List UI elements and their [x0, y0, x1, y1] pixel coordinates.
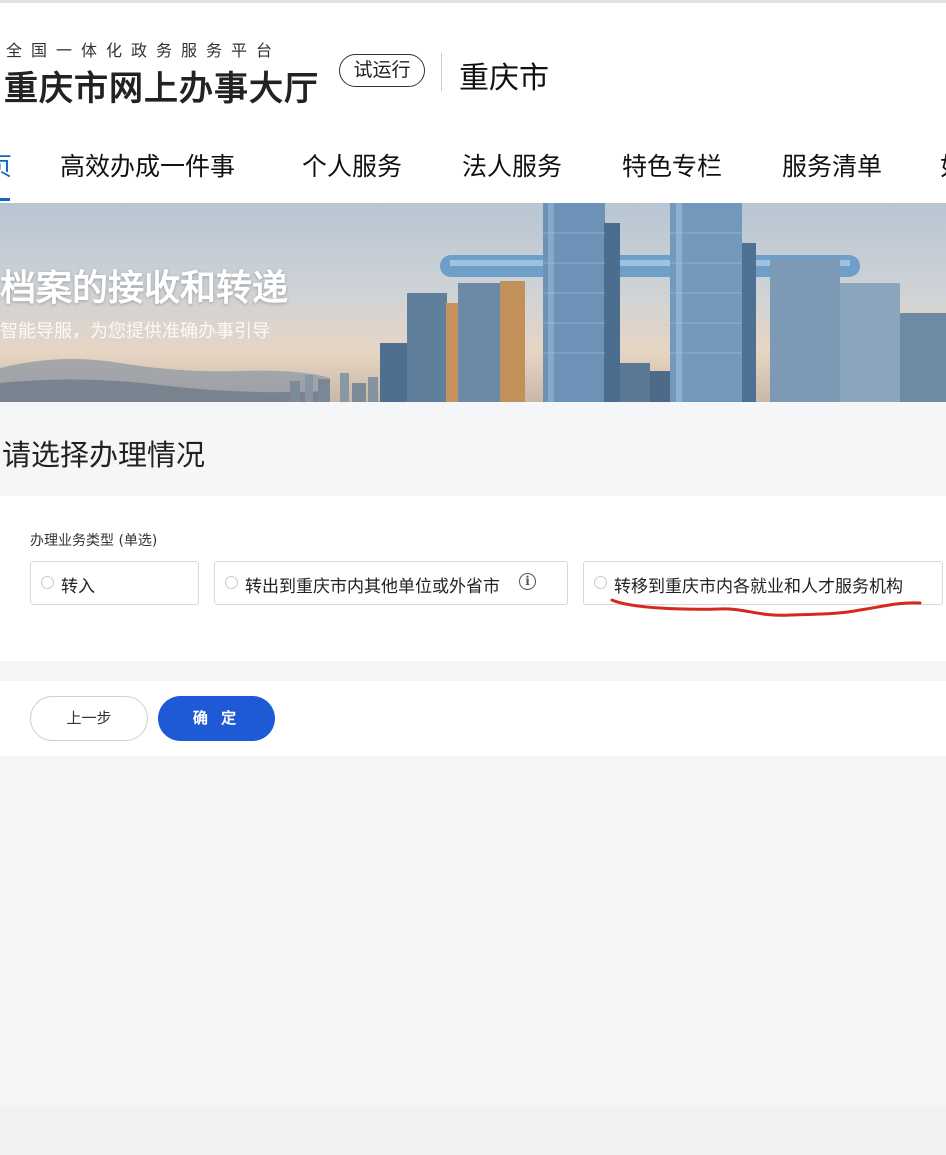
- nav-item-one-thing[interactable]: 高效办成一件事: [60, 147, 235, 183]
- header-divider: [441, 53, 442, 91]
- red-underline-annotation: [610, 598, 922, 617]
- nav-item-home[interactable]: 页: [0, 147, 12, 183]
- options-card: 办理业务类型 (单选) 转入 转出到重庆市内其他单位或外省市 i 转移到重庆市内…: [0, 496, 946, 661]
- nav-item-more[interactable]: 如: [940, 147, 946, 183]
- platform-tagline: 全国一体化政务服务平台: [6, 41, 282, 60]
- confirm-button[interactable]: 确 定: [158, 696, 275, 741]
- trial-badge: 试运行: [339, 54, 425, 87]
- footer-strip: [0, 1107, 946, 1155]
- nav-active-indicator: [0, 198, 10, 201]
- main-nav: 页 高效办成一件事 个人服务 法人服务 特色专栏 服务清单 如: [0, 113, 946, 203]
- hero-banner: 档案的接收和转递 智能导服，为您提供准确办事引导: [0, 203, 946, 402]
- site-logo-text[interactable]: 重庆市网上办事大厅: [4, 61, 319, 110]
- previous-step-button[interactable]: 上一步: [30, 696, 148, 741]
- banner-subtitle: 智能导服，为您提供准确办事引导: [0, 321, 270, 342]
- nav-item-personal[interactable]: 个人服务: [302, 147, 402, 183]
- section-title: 请选择办理情况: [2, 438, 206, 472]
- nav-item-featured[interactable]: 特色专栏: [622, 147, 722, 183]
- site-header: 全国一体化政务服务平台 重庆市网上办事大厅 试运行 重庆市: [0, 3, 946, 113]
- action-bar: 上一步 确 定: [0, 681, 946, 756]
- nav-item-corporate[interactable]: 法人服务: [462, 147, 562, 183]
- city-switcher[interactable]: 重庆市: [459, 53, 549, 97]
- banner-title: 档案的接收和转递: [0, 268, 289, 309]
- nav-item-service-list[interactable]: 服务清单: [782, 147, 882, 183]
